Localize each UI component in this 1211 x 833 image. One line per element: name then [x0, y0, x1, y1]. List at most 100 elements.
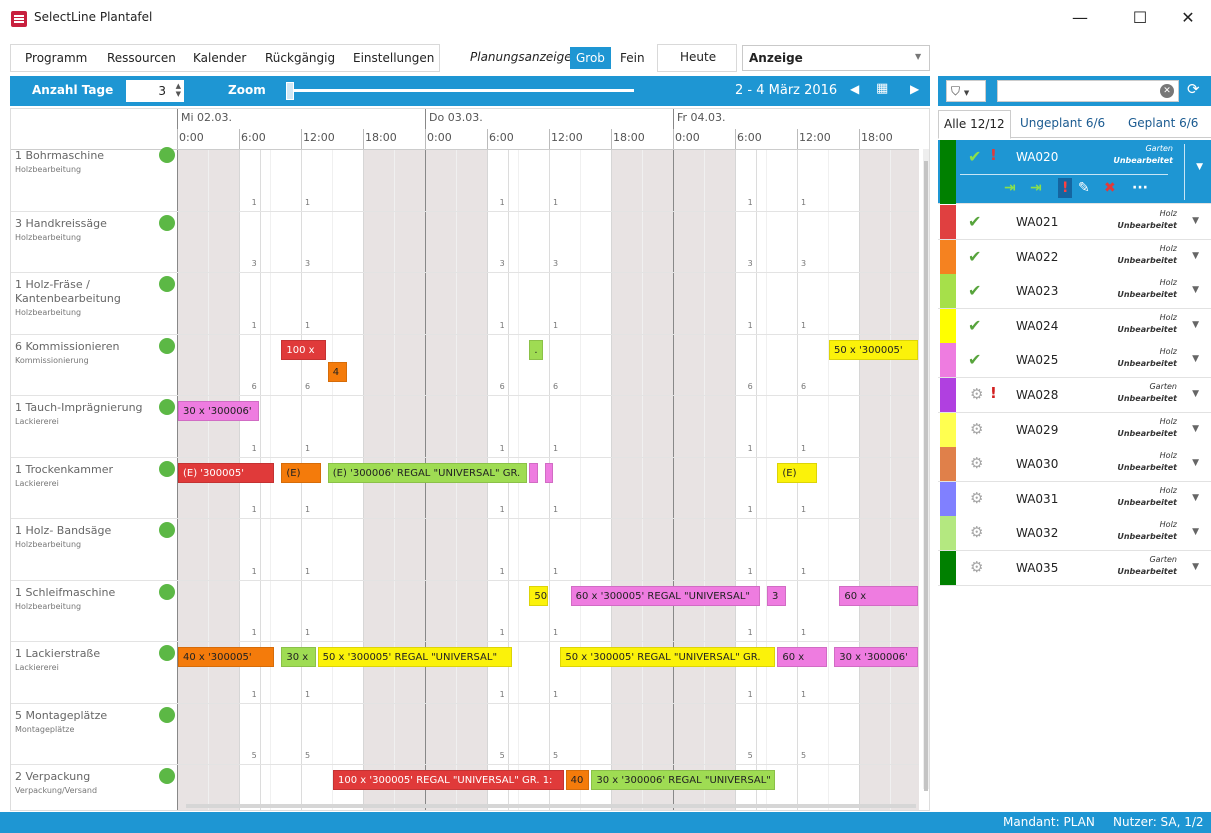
- order-item[interactable]: ⚙ WA029 Holz Unbearbeitet ▼: [938, 412, 1211, 448]
- expand-chevron-icon[interactable]: ▼: [1192, 354, 1199, 364]
- order-meta: Garten Unbearbeitet: [1117, 381, 1177, 405]
- status-ok-icon: [159, 399, 175, 415]
- resource-name[interactable]: 1 Holz-Fräse / Kantenbearbeitung: [15, 278, 155, 306]
- resource-name[interactable]: 1 Lackierstraße: [15, 647, 155, 661]
- order-bar[interactable]: (E): [777, 462, 817, 483]
- order-item[interactable]: ✔! WA020 Garten Unbearbeitet ▼ ⇥ ⇥! ✎ ✖ ···: [938, 140, 1211, 204]
- zoom-slider-thumb[interactable]: [286, 82, 294, 100]
- vertical-scroll-thumb[interactable]: [924, 161, 928, 791]
- anzeige-dropdown[interactable]: Anzeige ▼: [742, 45, 930, 71]
- resource-name[interactable]: 1 Bohrmaschine: [15, 149, 155, 163]
- order-bar[interactable]: 50 x '300005' REGAL "UNIVERSAL" GR.: [560, 647, 776, 667]
- order-bar[interactable]: 60 x: [777, 647, 827, 667]
- pencil-icon[interactable]: ✎: [1078, 178, 1090, 198]
- maximize-button[interactable]: ☐: [1120, 4, 1160, 32]
- order-meta: Holz Unbearbeitet: [1117, 277, 1177, 301]
- order-item[interactable]: ✔ WA022 Holz Unbearbeitet ▼: [938, 239, 1211, 275]
- order-item[interactable]: ✔ WA025 Holz Unbearbeitet ▼: [938, 343, 1211, 379]
- resource-name[interactable]: 1 Holz- Bandsäge: [15, 524, 155, 538]
- order-bar[interactable]: 50 x '300005': [829, 339, 918, 360]
- expand-chevron-icon[interactable]: ▼: [1192, 251, 1199, 261]
- tab-geplant[interactable]: Geplant 6/6: [1128, 116, 1198, 130]
- menu-kalender[interactable]: Kalender: [193, 51, 246, 65]
- order-item[interactable]: ⚙ WA032 Holz Unbearbeitet ▼: [938, 516, 1211, 552]
- minimize-button[interactable]: —: [1060, 4, 1100, 32]
- order-bar[interactable]: 40 x '300005': [178, 647, 275, 667]
- fein-toggle[interactable]: Fein: [614, 47, 651, 69]
- search-input[interactable]: [997, 80, 1179, 102]
- order-bar[interactable]: 30 x '300006': [178, 401, 259, 421]
- expand-chevron-icon[interactable]: ▼: [1192, 320, 1199, 330]
- expand-chevron-icon[interactable]: ▼: [1192, 493, 1199, 503]
- expand-chevron-icon[interactable]: ▼: [1196, 162, 1203, 172]
- capacity-label: 5: [747, 751, 753, 760]
- order-item[interactable]: ⚙! WA028 Garten Unbearbeitet ▼: [938, 378, 1211, 413]
- grob-toggle[interactable]: Grob: [570, 47, 611, 69]
- menu-rueckgaengig[interactable]: Rückgängig: [265, 51, 335, 65]
- close-button[interactable]: ✕: [1168, 4, 1208, 32]
- tab-ungeplant[interactable]: Ungeplant 6/6: [1020, 116, 1105, 130]
- order-bar[interactable]: 30 x '300006': [834, 647, 918, 667]
- order-item[interactable]: ✔ WA021 Holz Unbearbeitet ▼: [938, 205, 1211, 240]
- order-bar[interactable]: .: [529, 339, 543, 360]
- menu-einstellungen[interactable]: Einstellungen: [353, 51, 434, 65]
- plan-forward-icon[interactable]: ⇥: [1004, 178, 1016, 198]
- expand-chevron-icon[interactable]: ▼: [1192, 389, 1199, 399]
- resource-name[interactable]: 1 Tauch-Imprägnierung: [15, 401, 155, 415]
- heute-button[interactable]: Heute: [657, 44, 737, 72]
- plan-end-icon[interactable]: ⇥: [1030, 178, 1042, 198]
- expand-chevron-icon[interactable]: ▼: [1192, 424, 1199, 434]
- clear-search-icon[interactable]: ✕: [1160, 84, 1174, 98]
- order-item[interactable]: ⚙ WA035 Garten Unbearbeitet ▼: [938, 551, 1211, 586]
- resource-name[interactable]: 6 Kommissionieren: [15, 340, 155, 354]
- order-item[interactable]: ✔ WA023 Holz Unbearbeitet ▼: [938, 274, 1211, 310]
- days-stepper[interactable]: 3 ▲ ▼: [126, 80, 184, 102]
- order-item[interactable]: ⚙ WA030 Holz Unbearbeitet ▼: [938, 447, 1211, 483]
- zoom-slider-track[interactable]: [290, 89, 634, 92]
- resource-name[interactable]: 1 Trockenkammer: [15, 463, 155, 477]
- order-bar[interactable]: 3: [767, 585, 786, 606]
- calendar-icon[interactable]: ▦: [876, 81, 888, 96]
- expand-chevron-icon[interactable]: ▼: [1192, 458, 1199, 468]
- menu-programm[interactable]: Programm: [25, 51, 87, 65]
- resource-name[interactable]: 5 Montageplätze: [15, 709, 155, 723]
- more-icon[interactable]: ···: [1132, 178, 1148, 198]
- prev-arrow-icon[interactable]: ◀: [850, 82, 859, 96]
- order-item[interactable]: ⚙ WA031 Holz Unbearbeitet ▼: [938, 481, 1211, 517]
- order-bar[interactable]: 50 x '300005' REGAL "UNIVERSAL": [317, 647, 512, 667]
- gear-icon: ⚙: [970, 419, 984, 438]
- order-bar[interactable]: (E): [281, 462, 321, 483]
- next-arrow-icon[interactable]: ▶: [910, 82, 919, 96]
- spin-arrows-icon[interactable]: ▲ ▼: [176, 82, 181, 98]
- order-bar[interactable]: [529, 462, 538, 483]
- order-bar[interactable]: [544, 462, 554, 483]
- order-bar[interactable]: (E) '300006' REGAL "UNIVERSAL" GR.: [327, 462, 528, 483]
- resource-name[interactable]: 2 Verpackung: [15, 770, 155, 784]
- filter-dropdown[interactable]: ⛉ ▼: [946, 80, 986, 102]
- order-bar[interactable]: 100 x '300005' REGAL "UNIVERSAL" GR. 1:: [333, 770, 564, 790]
- order-item[interactable]: ✔ WA024 Holz Unbearbeitet ▼: [938, 308, 1211, 344]
- expand-chevron-icon[interactable]: ▼: [1192, 562, 1199, 572]
- resource-name[interactable]: 3 Handkreissäge: [15, 217, 155, 231]
- order-bar[interactable]: (E) '300005': [178, 462, 275, 483]
- status-ok-icon: [159, 214, 175, 231]
- order-bar[interactable]: 4: [327, 361, 347, 382]
- expand-chevron-icon[interactable]: ▼: [1192, 285, 1199, 295]
- refresh-icon[interactable]: ⟳: [1187, 80, 1200, 98]
- tab-alle[interactable]: Alle 12/12: [938, 110, 1011, 139]
- order-bar[interactable]: 100 x: [281, 339, 326, 360]
- order-bar[interactable]: 30 x: [281, 647, 316, 667]
- menu-ressourcen[interactable]: Ressourcen: [107, 51, 176, 65]
- delete-icon[interactable]: ✖: [1104, 178, 1116, 198]
- horizontal-scrollbar[interactable]: [186, 804, 916, 808]
- order-bar[interactable]: 60 x: [839, 585, 918, 606]
- resource-name[interactable]: 1 Schleifmaschine: [15, 586, 155, 600]
- order-bar[interactable]: 60 x '300005' REGAL "UNIVERSAL": [570, 585, 760, 606]
- expand-chevron-icon[interactable]: ▼: [1192, 527, 1199, 537]
- priority-icon[interactable]: !: [1058, 178, 1073, 198]
- order-bar[interactable]: 40: [565, 770, 590, 790]
- order-bar[interactable]: 30 x '300006' REGAL "UNIVERSAL": [591, 770, 776, 790]
- order-bar[interactable]: 50: [529, 585, 548, 606]
- expand-chevron-icon[interactable]: ▼: [1192, 216, 1199, 226]
- capacity-label: 5: [801, 751, 807, 760]
